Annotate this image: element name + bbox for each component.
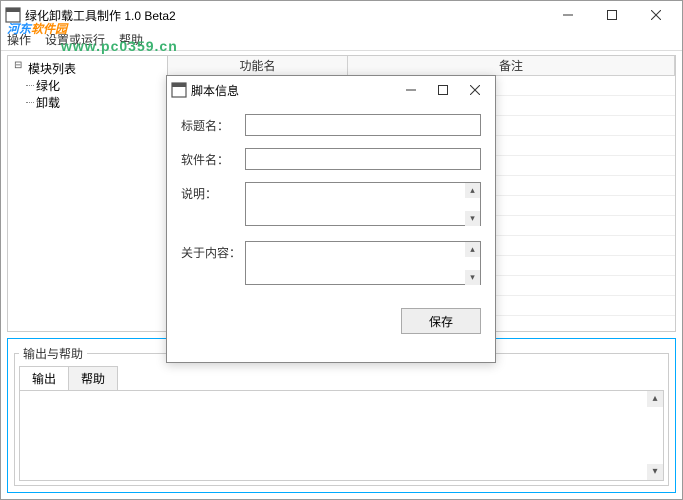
scroll-up-icon[interactable]: ▴ — [465, 183, 480, 198]
scroll-up-icon[interactable]: ▴ — [465, 242, 480, 257]
label-desc: 说明： — [181, 182, 245, 202]
tree-root[interactable]: 模块列表 绿化 卸载 — [14, 60, 161, 111]
tab-help[interactable]: 帮助 — [68, 366, 118, 390]
menu-options[interactable]: 设置或运行 — [45, 31, 105, 48]
dialog-body: 标题名： 软件名： 说明： ▴ ▾ 关于内容： ▴ ▾ — [167, 104, 495, 308]
dialog-title: 脚本信息 — [191, 82, 395, 99]
tree-child-uninstall[interactable]: 卸载 — [36, 94, 161, 111]
dialog-minimize-button[interactable] — [395, 76, 427, 104]
titlebar: 绿化卸载工具制作 1.0 Beta2 — [1, 1, 682, 29]
window-title: 绿化卸载工具制作 1.0 Beta2 — [25, 7, 546, 24]
output-body[interactable]: ▴ ▾ — [19, 390, 664, 481]
app-icon — [5, 7, 21, 23]
input-title[interactable] — [245, 114, 481, 136]
dialog-maximize-button[interactable] — [427, 76, 459, 104]
menubar: 操作 设置或运行 帮助 — [1, 29, 682, 51]
scroll-down-icon[interactable]: ▾ — [465, 211, 480, 226]
row-about: 关于内容： ▴ ▾ — [181, 241, 481, 288]
grid-col-remark[interactable]: 备注 — [348, 56, 675, 75]
main-window: 河东软件园 www.pc0359.cn 绿化卸载工具制作 1.0 Beta2 操… — [0, 0, 683, 500]
tree-child-green[interactable]: 绿化 — [36, 77, 161, 94]
tree-root-label: 模块列表 — [28, 60, 76, 77]
input-software[interactable] — [245, 148, 481, 170]
tab-output[interactable]: 输出 — [19, 366, 69, 390]
scroll-up-icon[interactable]: ▴ — [647, 391, 663, 407]
close-button[interactable] — [634, 1, 678, 29]
row-software: 软件名： — [181, 148, 481, 170]
maximize-button[interactable] — [590, 1, 634, 29]
script-info-dialog: 脚本信息 标题名： 软件名： 说明： ▴ ▾ — [166, 75, 496, 363]
grid-col-function[interactable]: 功能名 — [168, 56, 348, 75]
textarea-desc[interactable] — [245, 182, 481, 226]
row-title: 标题名： — [181, 114, 481, 136]
dialog-icon — [171, 82, 187, 98]
label-software: 软件名： — [181, 148, 245, 168]
grid-header: 功能名 备注 — [168, 56, 675, 76]
scroll-down-icon[interactable]: ▾ — [647, 464, 663, 480]
label-title: 标题名： — [181, 114, 245, 134]
window-buttons — [546, 1, 678, 29]
save-button[interactable]: 保存 — [401, 308, 481, 334]
minimize-button[interactable] — [546, 1, 590, 29]
menu-help[interactable]: 帮助 — [119, 31, 143, 48]
dialog-close-button[interactable] — [459, 76, 491, 104]
tabs: 输出 帮助 — [19, 366, 664, 390]
label-about: 关于内容： — [181, 241, 245, 261]
menu-file[interactable]: 操作 — [7, 31, 31, 48]
row-desc: 说明： ▴ ▾ — [181, 182, 481, 229]
output-fieldset: 输出与帮助 输出 帮助 ▴ ▾ — [14, 345, 669, 486]
textarea-about[interactable] — [245, 241, 481, 285]
module-tree[interactable]: 模块列表 绿化 卸载 — [8, 56, 168, 331]
dialog-footer: 保存 — [167, 308, 495, 334]
output-legend: 输出与帮助 — [19, 345, 87, 362]
dialog-titlebar: 脚本信息 — [167, 76, 495, 104]
scroll-down-icon[interactable]: ▾ — [465, 270, 480, 285]
